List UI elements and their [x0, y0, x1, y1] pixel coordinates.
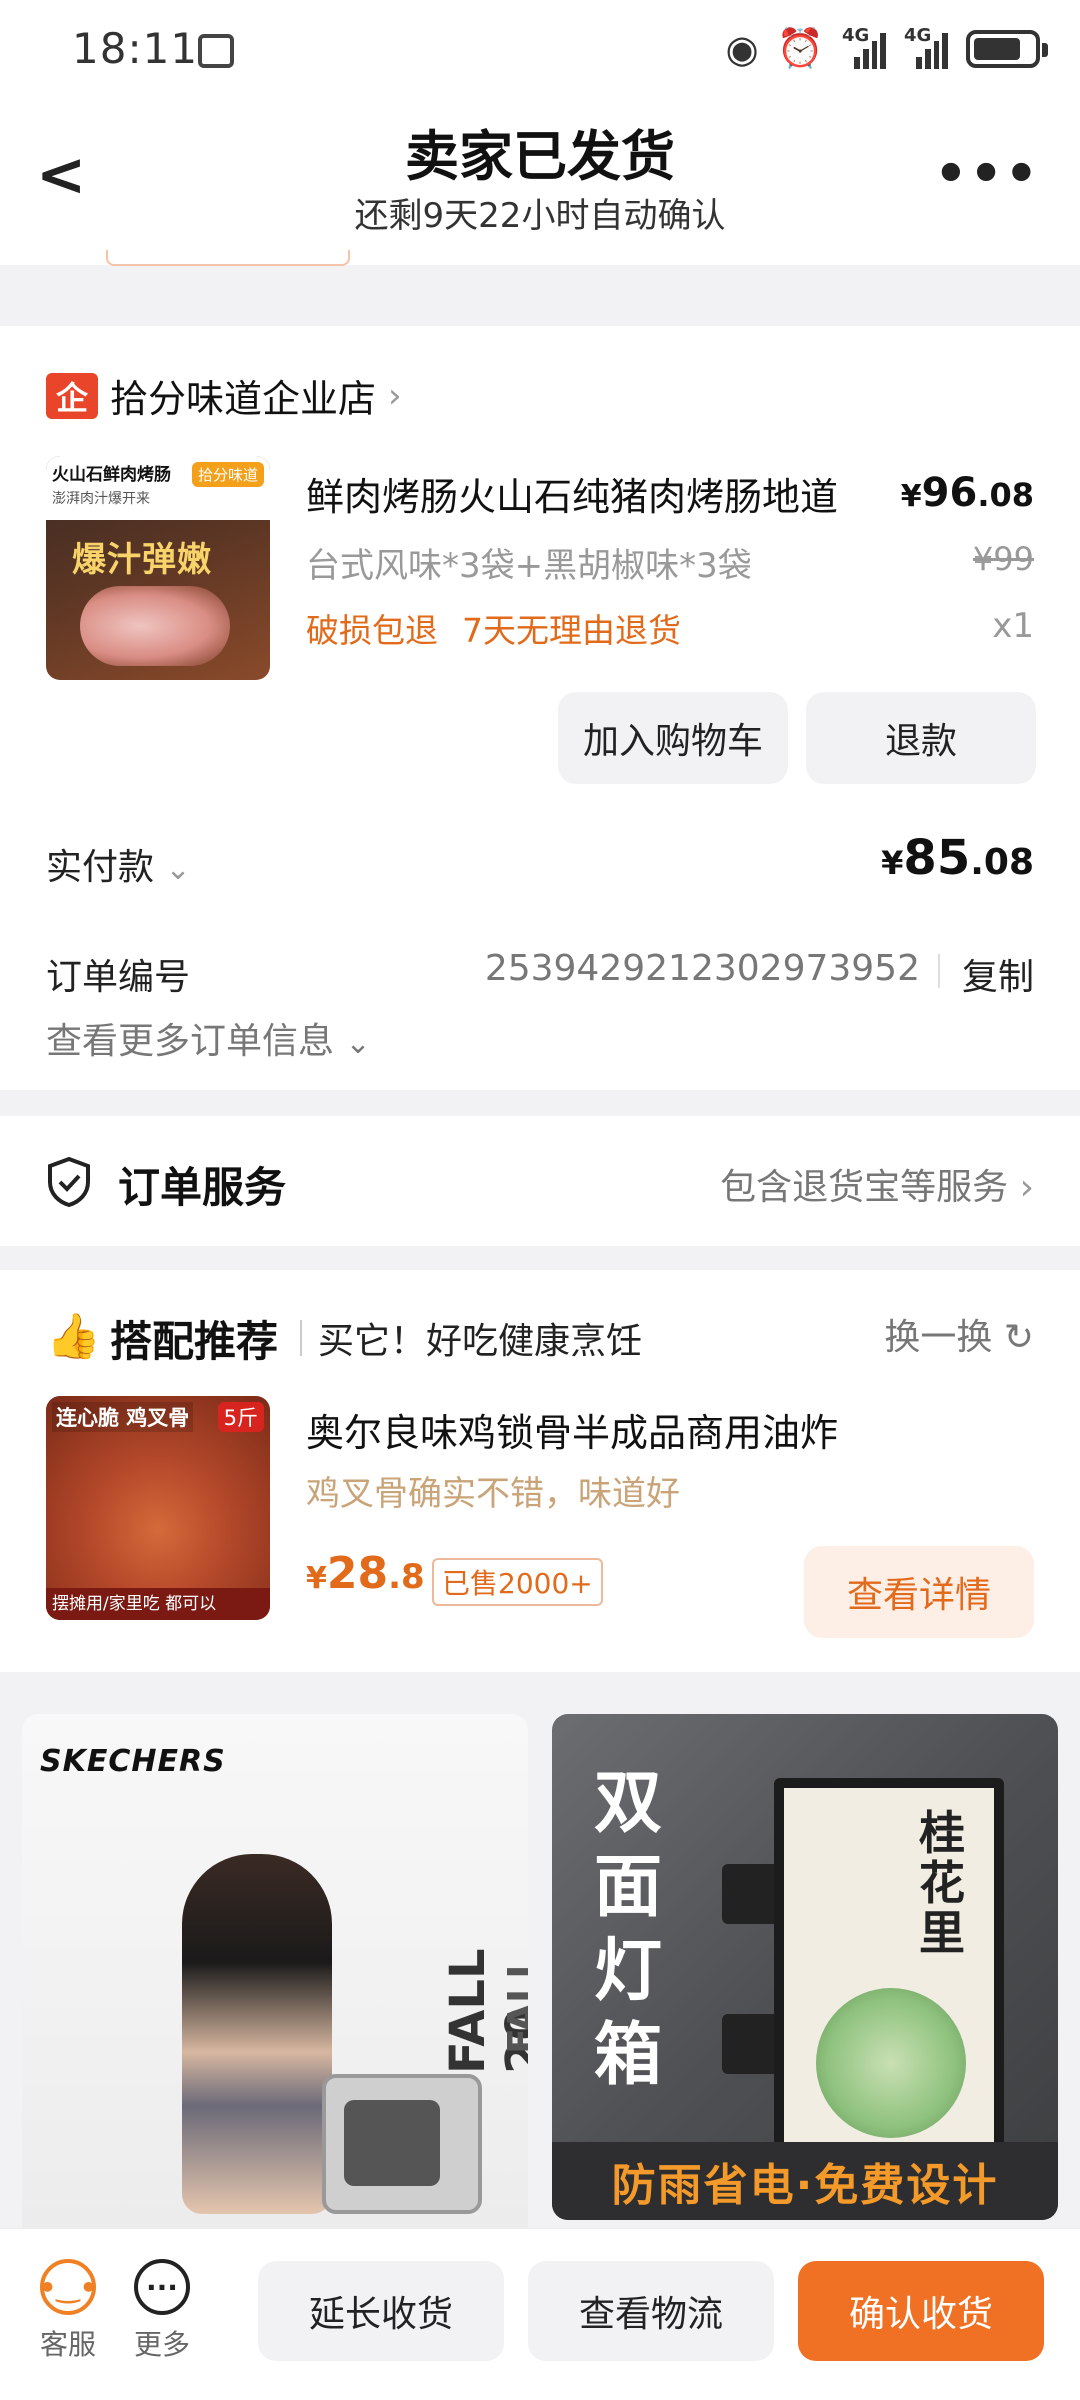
- shield-check-icon: [48, 1156, 90, 1208]
- chevron-right-icon: ›: [388, 375, 402, 416]
- alarm-icon: ⏰: [776, 26, 824, 70]
- divider: [300, 1320, 302, 1356]
- refresh-recommend-button[interactable]: 换一换 ↻: [884, 1308, 1034, 1360]
- product-quantity: x1: [992, 606, 1034, 646]
- recommend-product-name[interactable]: 奥尔良味鸡锁骨半成品商用油炸: [306, 1402, 838, 1457]
- confirm-receipt-button[interactable]: 确认收货: [798, 2261, 1044, 2361]
- product-image[interactable]: 火山石鲜肉烤肠 澎湃肉汁爆开来 拾分味道 爆汁弹嫩: [46, 456, 270, 680]
- signal-2-icon: 4G: [904, 25, 948, 69]
- model-figure: [182, 1854, 332, 2214]
- product-original-price: ¥99: [972, 540, 1034, 578]
- copy-order-number-button[interactable]: 复制: [962, 948, 1034, 1000]
- battery-icon: [966, 29, 1048, 68]
- bracket-icon: [722, 2014, 782, 2074]
- refund-button[interactable]: 退款: [806, 692, 1036, 784]
- order-service-row[interactable]: 订单服务 包含退货宝等服务 ›: [0, 1116, 1080, 1246]
- refresh-label: 换一换: [884, 1317, 993, 1358]
- order-card: 企 拾分味道企业店 › 火山石鲜肉烤肠 澎湃肉汁爆开来 拾分味道 爆汁弹嫩 鲜肉…: [0, 326, 1080, 1090]
- thumbs-up-icon: 👍: [46, 1311, 101, 1362]
- product-image-line2: 澎湃肉汁爆开来: [52, 491, 150, 507]
- paid-amount-label: 实付款: [46, 847, 155, 888]
- status-icons: ◉ ⏰ 4G 4G: [725, 25, 1048, 71]
- tag-7day-return: 7天无理由退货: [462, 611, 681, 650]
- more-dots-icon: ···: [134, 2259, 190, 2315]
- chevron-down-icon: ⌄: [345, 1026, 371, 1061]
- ad-banner-skechers[interactable]: SKECHERS FALL 20 FALL 2020: [22, 1714, 528, 2234]
- rec-image-tag1: 连心脆 鸡叉骨: [52, 1402, 194, 1432]
- more-order-info-toggle[interactable]: 查看更多订单信息 ⌄: [46, 1012, 371, 1064]
- shop-logo-icon: 企: [46, 372, 98, 419]
- sign-text: 桂花里: [919, 1806, 965, 1960]
- network-type-1: 4G: [842, 24, 870, 46]
- product-tags: 破损包退 7天无理由退货: [306, 604, 705, 652]
- product-spec: 台式风味*3袋+黑胡椒味*3袋: [306, 546, 752, 586]
- product-image-brand: 拾分味道: [191, 462, 264, 487]
- refresh-icon: ↻: [1003, 1317, 1034, 1358]
- product-price: ¥96.08: [900, 470, 1034, 516]
- customer-service-label: 客服: [39, 2328, 96, 2361]
- order-number-label: 订单编号: [46, 957, 191, 998]
- customer-service-icon: •‿•: [39, 2259, 98, 2315]
- page-subtitle: 还剩9天22小时自动确认: [354, 196, 726, 236]
- more-label: 更多: [133, 2328, 190, 2361]
- sim-card-icon: [198, 34, 234, 68]
- tv-prop: [322, 2074, 482, 2214]
- order-service-desc: 包含退货宝等服务 ›: [720, 1167, 1034, 1208]
- recommend-product-desc: 鸡叉骨确实不错，味道好: [306, 1474, 680, 1514]
- divider: [938, 954, 940, 988]
- sign-illustration: [816, 1988, 966, 2138]
- ad-vertical-text: 双面灯箱: [593, 1764, 662, 2095]
- order-number: 2539429212302973952: [484, 948, 920, 989]
- bottom-action-bar: •‿• 客服 ··· 更多 延长收货 查看物流 确认收货: [0, 2228, 1080, 2400]
- network-type-2: 4G: [904, 24, 932, 46]
- rec-image-tag3: 摆摊用/家里吃 都可以: [46, 1588, 270, 1620]
- status-time: 18:11: [72, 24, 199, 73]
- more-button[interactable]: ··· 更多: [122, 2259, 202, 2363]
- product-image-line1: 火山石鲜肉烤肠: [52, 465, 171, 485]
- recommend-product-price: ¥28.8: [306, 1548, 425, 1599]
- paid-amount-toggle[interactable]: 实付款 ⌄: [46, 838, 191, 890]
- product-image-slogan: 爆汁弹嫩: [72, 540, 212, 580]
- ad-brand: SKECHERS: [40, 1744, 226, 1779]
- recommend-title: 搭配推荐: [110, 1317, 279, 1366]
- recommend-subtitle: 买它！好吃健康烹饪: [318, 1321, 643, 1362]
- status-bar: 18:11 ◉ ⏰ 4G 4G: [0, 0, 1080, 100]
- eye-icon: ◉: [725, 26, 759, 71]
- signal-1-icon: 4G: [842, 25, 886, 69]
- order-service-title: 订单服务: [118, 1163, 287, 1212]
- bracket-icon: [722, 1864, 782, 1924]
- recommend-sold-badge: 已售2000+: [432, 1558, 603, 1606]
- nav-header: < 卖家已发货 还剩9天22小时自动确认 •••: [0, 100, 1080, 266]
- customer-service-button[interactable]: •‿• 客服: [28, 2259, 108, 2363]
- view-details-button[interactable]: 查看详情: [804, 1546, 1034, 1638]
- paid-amount: ¥85.08: [881, 830, 1034, 886]
- sausage-illustration: [80, 586, 230, 666]
- more-order-info-label: 查看更多订单信息: [46, 1021, 335, 1062]
- recommend-product-image[interactable]: 连心脆 鸡叉骨 5斤 摆摊用/家里吃 都可以: [46, 1396, 270, 1620]
- chevron-down-icon: ⌄: [165, 852, 191, 887]
- add-to-cart-button[interactable]: 加入购物车: [558, 692, 788, 784]
- rec-image-tag2: 5斤: [217, 1402, 264, 1432]
- more-options-icon[interactable]: •••: [934, 144, 1040, 204]
- shop-link[interactable]: 企 拾分味道企业店 ›: [46, 368, 402, 423]
- view-logistics-button[interactable]: 查看物流: [528, 2261, 774, 2361]
- ad-bottom-text: 防雨省电·免费设计: [552, 2142, 1058, 2220]
- ad-fall-text-2: FALL 2020: [500, 1954, 528, 2054]
- recommend-card: 👍 搭配推荐 买它！好吃健康烹饪 换一换 ↻ 连心脆 鸡叉骨 5斤 摆摊用/家里…: [0, 1270, 1080, 1672]
- shop-name: 拾分味道企业店: [110, 377, 377, 421]
- lightbox-sign: 桂花里: [774, 1778, 1004, 2158]
- extend-receipt-button[interactable]: 延长收货: [258, 2261, 504, 2361]
- chevron-right-icon: ›: [1019, 1167, 1034, 1208]
- ad-banner-lightbox[interactable]: 双面灯箱 桂花里 防雨省电·免费设计: [552, 1714, 1058, 2220]
- logistics-tag-peek: [106, 250, 350, 266]
- tag-damage-refund: 破损包退: [306, 611, 438, 650]
- page-title: 卖家已发货: [405, 125, 675, 188]
- product-title[interactable]: 鲜肉烤肠火山石纯猪肉烤肠地道: [306, 466, 838, 521]
